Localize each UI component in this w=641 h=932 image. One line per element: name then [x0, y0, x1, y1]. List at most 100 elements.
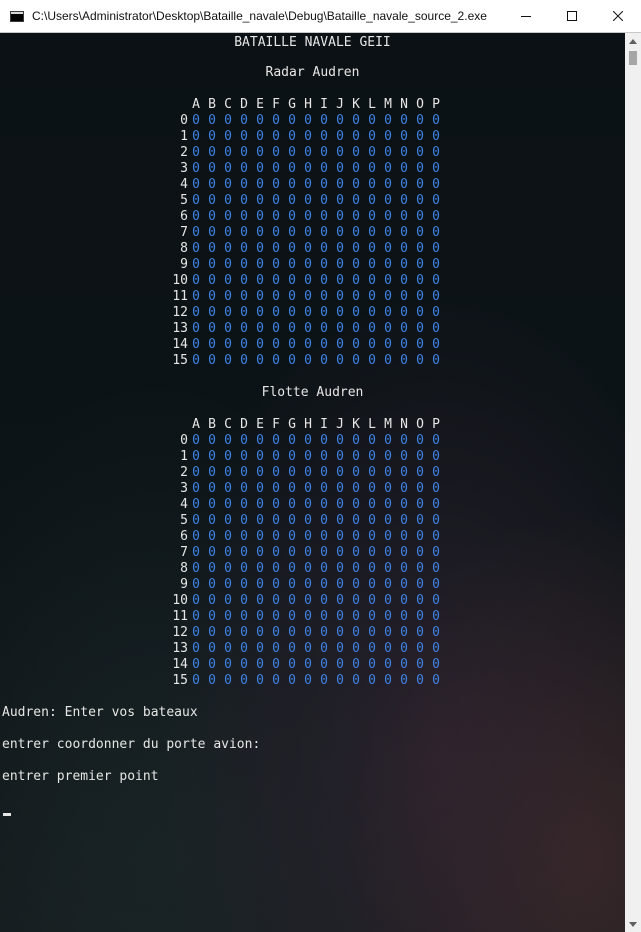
grid-cell: 0	[240, 513, 248, 528]
grid-cell: 0	[320, 497, 328, 512]
grid-cell: 0	[384, 545, 392, 560]
grid-cell: 0	[320, 353, 328, 368]
close-button[interactable]	[595, 0, 641, 32]
scroll-down-button[interactable]	[625, 916, 641, 932]
maximize-button[interactable]	[549, 0, 595, 32]
title-bar[interactable]: C:\Users\Administrator\Desktop\Bataille_…	[0, 0, 641, 33]
grid-cell: 0	[352, 145, 360, 160]
row-label: 12	[172, 305, 188, 320]
grid-cell: 0	[256, 449, 264, 464]
grid-cell: 0	[208, 113, 216, 128]
grid-cell: 0	[368, 209, 376, 224]
grid-cell: 0	[272, 593, 280, 608]
grid-cell: 0	[304, 273, 312, 288]
grid-cell: 0	[208, 241, 216, 256]
grid-cell: 0	[336, 657, 344, 672]
enter-carrier-prompt: entrer coordonner du porte avion:	[2, 737, 261, 752]
grid-cell: 0	[192, 193, 200, 208]
grid-cell: 0	[240, 577, 248, 592]
scroll-up-button[interactable]	[625, 33, 641, 49]
grid-cell: 0	[400, 337, 408, 352]
grid-cell: 0	[240, 177, 248, 192]
grid-cell: 0	[384, 609, 392, 624]
grid-cell: 0	[336, 545, 344, 560]
grid-cell: 0	[208, 225, 216, 240]
grid-cell: 0	[400, 641, 408, 656]
column-label: F	[272, 417, 280, 432]
grid-cell: 0	[400, 513, 408, 528]
grid-cell: 0	[384, 161, 392, 176]
grid-cell: 0	[192, 225, 200, 240]
grid-cell: 0	[208, 353, 216, 368]
vertical-scrollbar[interactable]	[625, 33, 641, 932]
grid-cell: 0	[336, 529, 344, 544]
grid-row: 13 0 0 0 0 0 0 0 0 0 0 0 0 0 0 0 0	[166, 641, 444, 657]
grid-cell: 0	[304, 209, 312, 224]
grid-cell: 0	[208, 561, 216, 576]
grid-cell: 0	[288, 513, 296, 528]
grid-cell: 0	[256, 145, 264, 160]
grid-cell: 0	[416, 273, 424, 288]
grid-cell: 0	[288, 177, 296, 192]
grid-cell: 0	[240, 497, 248, 512]
grid-cell: 0	[384, 577, 392, 592]
grid-cell: 0	[400, 257, 408, 272]
grid-cell: 0	[288, 241, 296, 256]
grid-cell: 0	[352, 225, 360, 240]
grid-cell: 0	[352, 561, 360, 576]
grid-cell: 0	[368, 225, 376, 240]
scrollbar-thumb[interactable]	[629, 51, 637, 65]
grid-cell: 0	[240, 193, 248, 208]
grid-cell: 0	[240, 353, 248, 368]
grid-cell: 0	[336, 449, 344, 464]
grid-cell: 0	[224, 481, 232, 496]
grid-cell: 0	[240, 561, 248, 576]
grid-cell: 0	[240, 593, 248, 608]
grid-cell: 0	[288, 529, 296, 544]
grid-cell: 0	[256, 241, 264, 256]
grid-cell: 0	[416, 257, 424, 272]
grid-cell: 0	[288, 305, 296, 320]
grid-cell: 0	[320, 145, 328, 160]
grid-cell: 0	[208, 577, 216, 592]
grid-cell: 0	[192, 145, 200, 160]
grid-cell: 0	[256, 465, 264, 480]
grid-cell: 0	[336, 145, 344, 160]
grid-cell: 0	[336, 593, 344, 608]
grid-row: 80000000000000000	[166, 561, 444, 577]
grid-cell: 0	[320, 449, 328, 464]
grid-cell: 0	[432, 129, 440, 144]
grid-cell: 0	[384, 113, 392, 128]
column-label: D	[240, 97, 248, 112]
grid-row: 70000000000000000	[166, 225, 444, 241]
grid-cell: 0	[400, 353, 408, 368]
grid-cell: 0	[224, 593, 232, 608]
grid-cell: 0	[272, 305, 280, 320]
grid-cell: 0	[336, 273, 344, 288]
grid-cell: 0	[384, 209, 392, 224]
column-label: K	[352, 97, 360, 112]
grid-cell: 0	[272, 449, 280, 464]
column-label: G	[288, 417, 296, 432]
grid-cell: 0	[352, 657, 360, 672]
grid-cell: 0	[416, 609, 424, 624]
grid-cell: 0	[256, 625, 264, 640]
console-output[interactable]: BATAILLE NAVALE GEII Radar Audren ABCDEF…	[0, 33, 625, 932]
grid-cell: 0	[384, 241, 392, 256]
grid-row: 00000000000000000	[166, 433, 444, 449]
grid-cell: 0	[272, 209, 280, 224]
minimize-button[interactable]	[503, 0, 549, 32]
grid-row: 12 0 0 0 0 0 0 0 0 0 0 0 0 0 0 0 0	[166, 305, 444, 321]
grid-cell: 0	[320, 177, 328, 192]
grid-cell: 0	[432, 625, 440, 640]
grid-cell: 0	[368, 625, 376, 640]
grid-cell: 0	[384, 289, 392, 304]
grid-cell: 0	[432, 177, 440, 192]
column-header-row: ABCDEFGHIJKLMNOP	[166, 417, 444, 433]
console-window-icon[interactable]	[10, 10, 24, 22]
grid-cell: 0	[352, 593, 360, 608]
grid-cell: 0	[304, 449, 312, 464]
row-label: 12	[172, 625, 188, 640]
grid-cell: 0	[304, 225, 312, 240]
grid-cell: 0	[288, 353, 296, 368]
